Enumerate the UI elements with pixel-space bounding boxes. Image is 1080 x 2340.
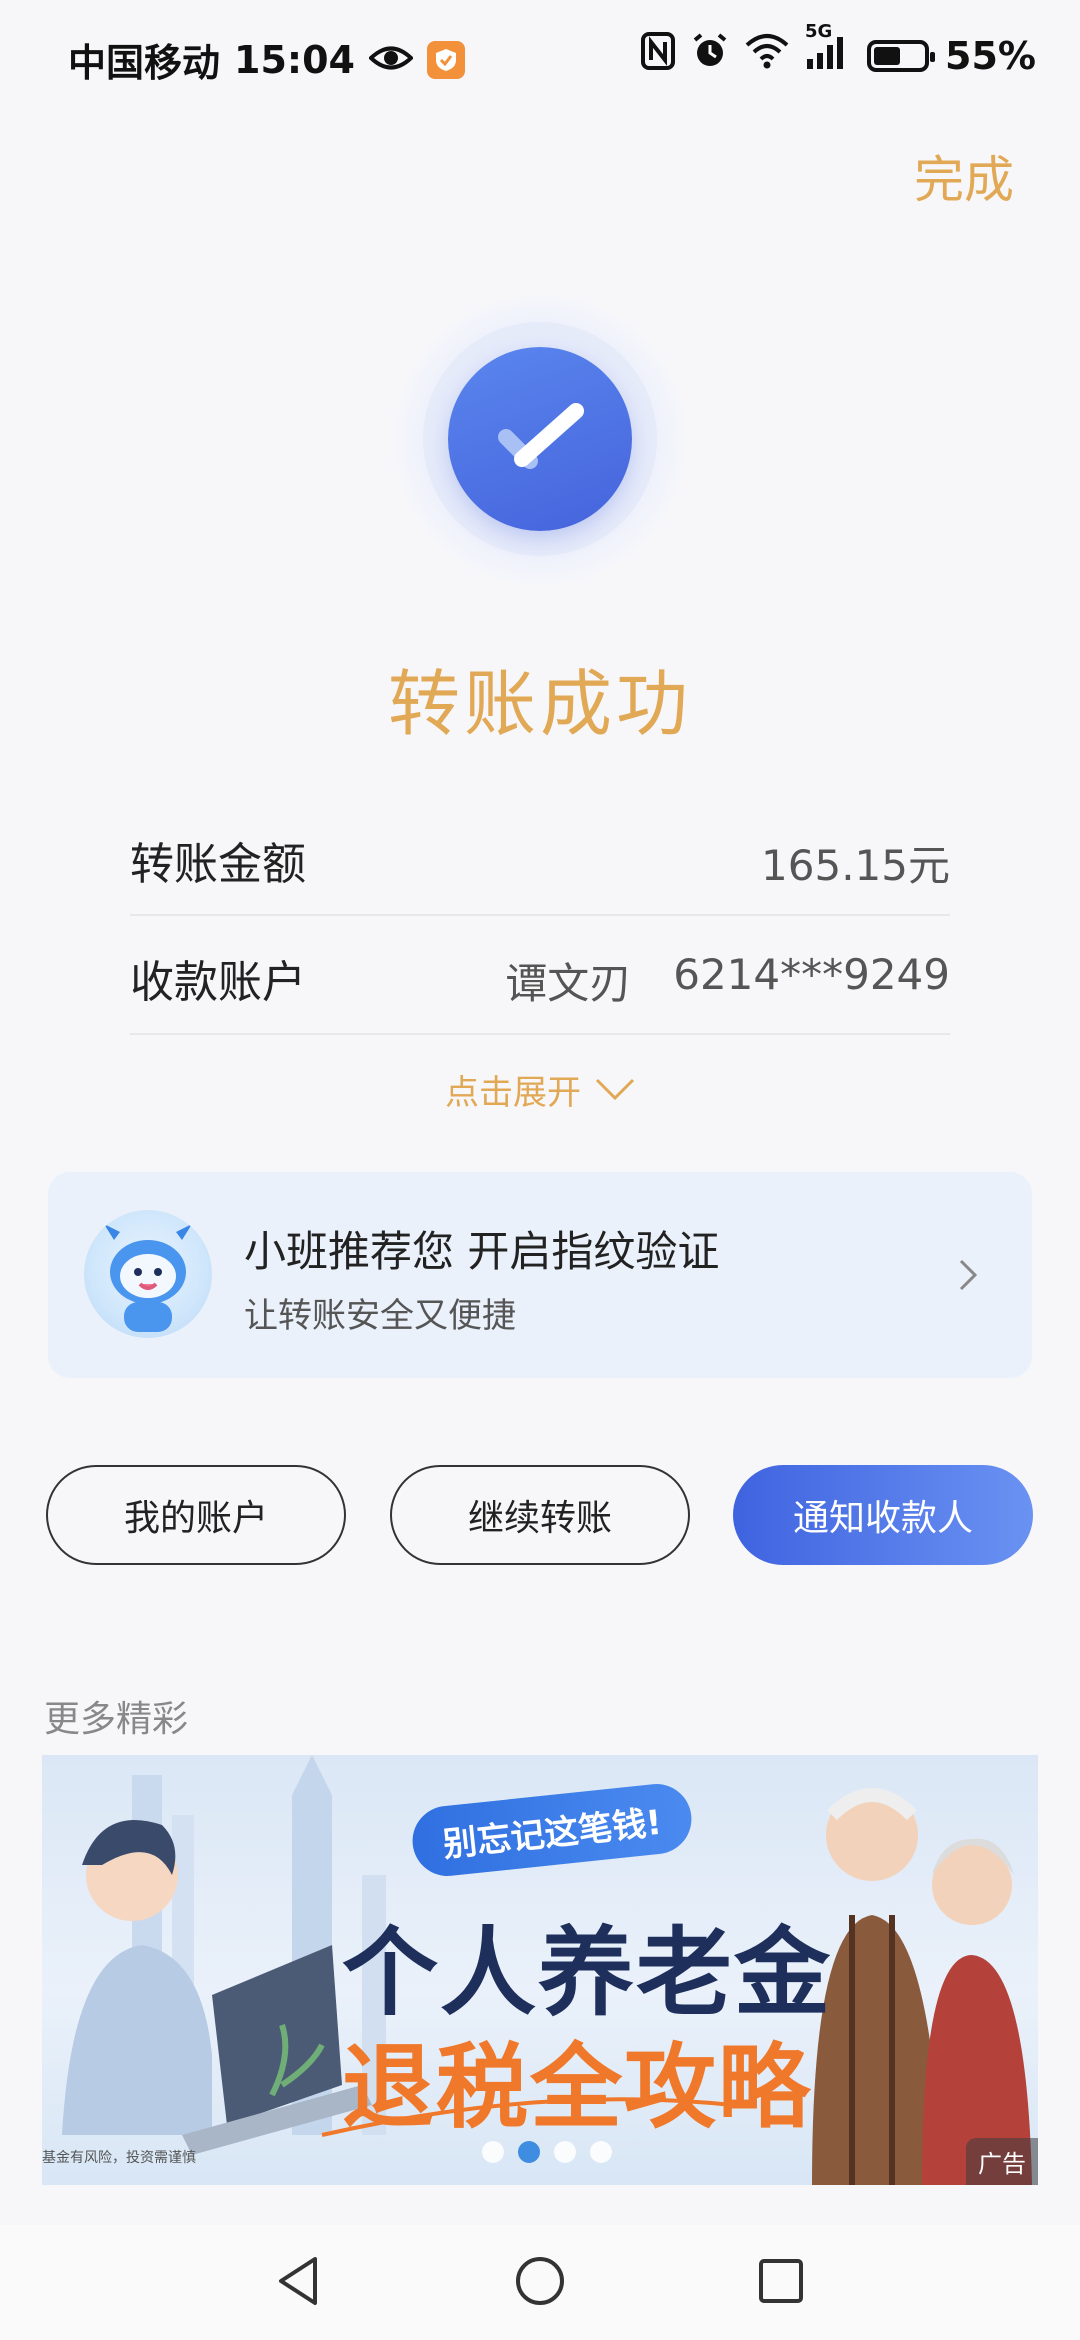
carousel-dots[interactable] <box>482 2141 612 2163</box>
promo-subtitle: 让转账安全又便捷 <box>244 1296 516 1336</box>
more-section-label: 更多精彩 <box>44 1699 189 1740</box>
banner-disclaimer: 基金有风险，投资需谨慎 <box>42 2150 196 2166</box>
expand-toggle[interactable]: 点击展开 <box>0 1065 1080 1114</box>
shield-badge-icon <box>426 40 465 79</box>
carousel-dot[interactable] <box>590 2141 612 2163</box>
payee-name: 谭文刃 <box>505 959 632 1008</box>
divider <box>130 1033 950 1035</box>
payee-label: 收款账户 <box>130 957 306 1008</box>
chevron-right-icon <box>958 1258 978 1296</box>
carousel-dot[interactable] <box>482 2141 504 2163</box>
amount-value: 165.15元 <box>761 841 950 890</box>
ad-label: 广告 <box>966 2138 1038 2185</box>
nfc-icon <box>641 32 676 79</box>
payee-account: 6214***9249 <box>673 950 950 999</box>
battery-icon <box>867 39 936 72</box>
alarm-icon <box>691 32 729 79</box>
promo-banner[interactable]: 别忘记这笔钱! 个人养老金 退税全攻略 基金有风险，投资需谨慎 广告 <box>42 1755 1038 2185</box>
result-title: 转账成功 <box>387 662 692 746</box>
recents-nav-icon[interactable] <box>757 2257 805 2309</box>
battery-percent: 55% <box>945 33 1036 78</box>
my-account-button[interactable]: 我的账户 <box>46 1465 346 1565</box>
promo-title: 小班推荐您 开启指纹验证 <box>244 1227 720 1276</box>
continue-transfer-button[interactable]: 继续转账 <box>390 1465 690 1565</box>
back-nav-icon[interactable] <box>275 2255 323 2311</box>
chevron-down-icon <box>595 1070 635 1110</box>
divider <box>130 914 950 916</box>
carrier-label: 中国移动 <box>68 41 221 85</box>
amount-label: 转账金额 <box>130 839 306 890</box>
carousel-dot-active[interactable] <box>518 2141 540 2163</box>
home-nav-icon[interactable] <box>514 2255 566 2311</box>
system-nav-bar <box>0 2225 1080 2340</box>
carousel-dot[interactable] <box>554 2141 576 2163</box>
network-type: 5G <box>805 21 833 42</box>
signal-icon: 5G <box>805 21 851 78</box>
eye-icon <box>368 38 414 82</box>
done-button[interactable]: 完成 <box>914 140 1014 212</box>
notify-payee-button[interactable]: 通知收款人 <box>733 1465 1033 1565</box>
payee-info: 谭文刃 6214***9249 <box>505 950 950 1011</box>
status-bar: 中国移动 15:04 5G 55% <box>0 0 1080 120</box>
expand-label: 点击展开 <box>445 1073 581 1113</box>
wifi-icon <box>745 33 789 78</box>
banner-headline-2: 退税全攻略 <box>342 2034 813 2141</box>
status-left: 中国移动 15:04 <box>68 32 465 87</box>
status-right: 5G 55% <box>641 21 1036 79</box>
check-icon <box>448 347 632 531</box>
clock: 15:04 <box>234 37 355 82</box>
mascot-avatar <box>84 1210 212 1338</box>
